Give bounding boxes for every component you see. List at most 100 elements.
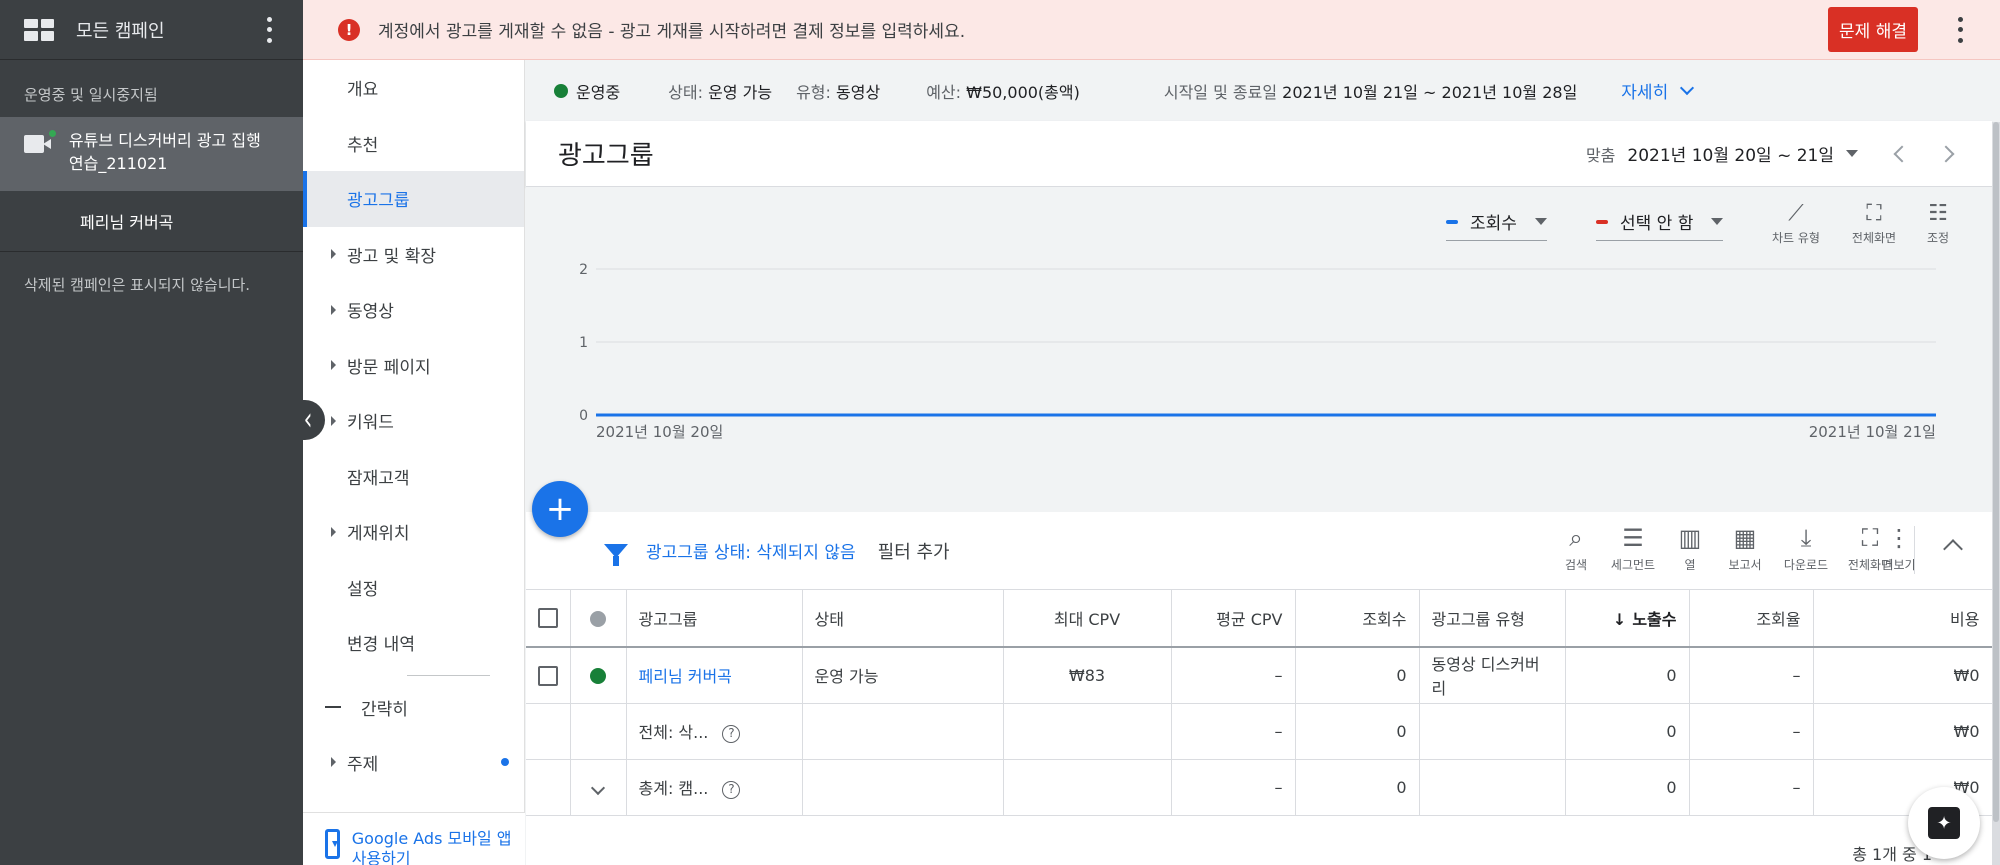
chevron-down-icon[interactable] xyxy=(590,780,606,795)
y-tick-label: 0 xyxy=(579,408,588,424)
chevron-left-icon[interactable] xyxy=(1893,145,1911,162)
help-icon[interactable]: ? xyxy=(722,780,741,799)
row-checkbox[interactable] xyxy=(538,665,558,686)
mobile-app-promo[interactable]: Google Ads 모바일 앱 사용하기 xyxy=(303,812,525,865)
chevron-right-icon[interactable] xyxy=(1937,145,1955,162)
date-range-picker[interactable]: 2021년 10월 20일 ~ 21일 xyxy=(1627,141,1834,166)
col-header-avg-cpv[interactable]: 평균 CPV xyxy=(1171,590,1296,648)
type-value: 동영상 xyxy=(836,82,881,102)
table-search-button[interactable]: ⌕ 검색 xyxy=(1546,524,1606,573)
page-title: 광고그룹 xyxy=(558,141,654,171)
status-filter-dot[interactable] xyxy=(590,611,606,627)
add-button[interactable]: + xyxy=(532,481,588,537)
toolbar-divider xyxy=(1914,526,1915,574)
select-all-checkbox[interactable] xyxy=(538,608,558,629)
filter-value: 삭제되지 않음 xyxy=(756,543,856,563)
total-label: 전체: 삭... xyxy=(638,723,709,742)
adgroup-item[interactable]: 페리님 커버곡 xyxy=(0,191,303,251)
empty-cell xyxy=(1419,759,1566,816)
nav-item-adgroups[interactable]: 광고그룹 xyxy=(303,171,524,227)
more-vert-icon[interactable] xyxy=(1950,16,1970,43)
col-header-views[interactable]: 조회수 xyxy=(1295,590,1420,648)
table-columns-button[interactable]: ▥ 열 xyxy=(1660,524,1720,573)
campaign-panel: 모든 캠페인 운영중 및 일시중지됨 유튜브 디스커버리 광고 집행 연습_21… xyxy=(0,0,303,865)
nav-collapse-item[interactable]: 간략히 xyxy=(303,680,524,735)
more-vert-icon[interactable] xyxy=(259,16,279,43)
col-header-view-rate[interactable]: 조회율 xyxy=(1689,590,1814,648)
impressions-cell: 0 xyxy=(1565,759,1690,816)
total-label-cell: 총계: 캠...? xyxy=(626,759,803,816)
nav-item-topics[interactable]: 주제 xyxy=(303,735,524,791)
view-rate-cell: – xyxy=(1689,759,1814,816)
assistant-button[interactable]: ✦ xyxy=(1908,787,1980,859)
adgroup-link[interactable]: 페리님 커버곡 xyxy=(639,667,732,686)
impressions-header-label: 노출수 xyxy=(1632,610,1677,629)
filter-icon[interactable] xyxy=(604,543,628,566)
details-toggle[interactable]: 자세히 xyxy=(1621,78,1695,103)
details-label: 자세히 xyxy=(1621,83,1669,103)
dates-value: 2021년 10월 21일 ~ 2021년 10월 28일 xyxy=(1282,82,1578,102)
col-header-cost[interactable]: 비용 xyxy=(1813,590,1993,648)
adgroups-table: 광고그룹 상태 최대 CPV 평균 CPV 조회수 광고그룹 유형 ↓ 노출수 조… xyxy=(526,590,1993,816)
chevron-up-icon[interactable] xyxy=(1943,539,1963,559)
nav-item-overview[interactable]: 개요 xyxy=(303,60,524,116)
expand-arrow-icon xyxy=(331,415,336,426)
help-icon[interactable]: ? xyxy=(722,724,741,743)
sort-down-icon: ↓ xyxy=(1612,610,1627,629)
state-value: 운영 가능 xyxy=(708,82,773,102)
all-campaigns-title[interactable]: 모든 캠페인 xyxy=(76,17,259,43)
campaign-panel-header: 모든 캠페인 xyxy=(0,0,303,60)
page-nav: 개요 추천 광고그룹 광고 및 확장 동영상 방문 페이지 키워드 잠재고객 게… xyxy=(303,60,525,865)
table-total-row: 총계: 캠...? – 0 0 – ₩0 xyxy=(526,759,1993,816)
table-total-row: 전체: 삭...? – 0 0 – ₩0 xyxy=(526,703,1993,760)
active-filter-chip[interactable]: 광고그룹 상태: 삭제되지 않음 xyxy=(646,538,856,563)
nav-item-audiences[interactable]: 잠재고객 xyxy=(303,449,524,505)
summary-state: 상태: 운영 가능 xyxy=(668,79,772,103)
nav-item-label: 방문 페이지 xyxy=(347,357,431,378)
col-header-impressions[interactable]: ↓ 노출수 xyxy=(1565,590,1690,648)
nav-item-placements[interactable]: 게재위치 xyxy=(303,504,524,560)
nav-item-ads[interactable]: 광고 및 확장 xyxy=(303,227,524,283)
nav-item-settings[interactable]: 설정 xyxy=(303,560,524,616)
status-dot-header xyxy=(570,590,627,648)
table-more-button[interactable]: ⋮ 더보기 xyxy=(1869,524,1929,573)
mobile-app-link[interactable]: Google Ads 모바일 앱 사용하기 xyxy=(352,829,515,865)
col-header-adgroup[interactable]: 광고그룹 xyxy=(626,590,803,648)
error-icon: ! xyxy=(338,18,360,41)
nav-item-recommendations[interactable]: 추천 xyxy=(303,116,524,172)
nav-item-keywords[interactable]: 키워드 xyxy=(303,393,524,449)
col-header-adgroup-type[interactable]: 광고그룹 유형 xyxy=(1419,590,1566,648)
avg-cpv-cell: – xyxy=(1171,703,1296,760)
add-filter-button[interactable]: 필터 추가 xyxy=(878,538,950,564)
grid-icon[interactable] xyxy=(24,18,54,41)
x-tick-label: 2021년 10월 20일 xyxy=(596,423,723,441)
nav-item-videos[interactable]: 동영상 xyxy=(303,282,524,338)
campaign-item[interactable]: 유튜브 디스커버리 광고 집행 연습_211021 xyxy=(0,117,303,191)
dropdown-arrow-icon[interactable] xyxy=(1846,150,1858,157)
expand-arrow-icon xyxy=(331,249,336,260)
table-segment-button[interactable]: ☰ 세그먼트 xyxy=(1603,524,1663,573)
x-tick-label: 2021년 10월 21일 xyxy=(1809,423,1936,441)
empty-cell xyxy=(1419,703,1566,760)
summary-budget: 예산: ₩50,000(총액) xyxy=(926,79,1080,103)
columns-label: 열 xyxy=(1684,558,1696,572)
scrollbar-thumb[interactable] xyxy=(1993,122,1999,822)
campaign-status: 운영중 xyxy=(554,79,620,103)
max-cpv-cell[interactable]: ₩83 xyxy=(1003,647,1172,704)
nav-item-landing-pages[interactable]: 방문 페이지 xyxy=(303,338,524,394)
fix-issue-button[interactable]: 문제 해결 xyxy=(1828,7,1918,52)
table-header-row: 광고그룹 상태 최대 CPV 평균 CPV 조회수 광고그룹 유형 ↓ 노출수 조… xyxy=(526,590,1993,648)
col-header-max-cpv[interactable]: 최대 CPV xyxy=(1003,590,1172,648)
summary-type: 유형: 동영상 xyxy=(796,79,880,103)
summary-dates: 시작일 및 종료일 2021년 10월 21일 ~ 2021년 10월 28일 xyxy=(1164,79,1577,103)
bar-chart-icon: ▦ xyxy=(1733,524,1757,552)
cost-cell: ₩0 xyxy=(1813,703,1993,760)
col-header-status[interactable]: 상태 xyxy=(802,590,1004,648)
empty-cell xyxy=(802,759,1004,816)
status-dot[interactable] xyxy=(590,668,606,685)
empty-cell xyxy=(802,703,1004,760)
table-download-button[interactable]: ⤓ 다운로드 xyxy=(1776,524,1836,573)
avg-cpv-cell: – xyxy=(1171,759,1296,816)
table-report-button[interactable]: ▦ 보고서 xyxy=(1715,524,1775,573)
nav-item-change-history[interactable]: 변경 내역 xyxy=(303,615,524,671)
